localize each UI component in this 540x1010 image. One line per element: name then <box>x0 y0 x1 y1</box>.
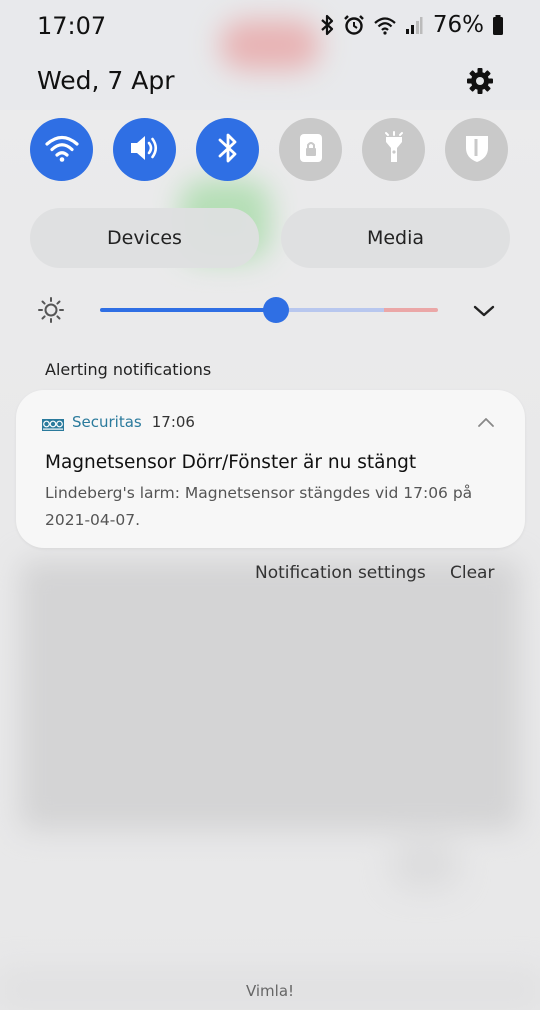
alarm-icon <box>343 14 365 36</box>
brightness-thumb[interactable] <box>263 297 289 323</box>
chevron-down-icon[interactable] <box>470 297 498 325</box>
quick-toggles <box>30 118 510 182</box>
bluetooth-icon <box>216 131 240 169</box>
background-app-label: Vimla! <box>245 982 295 1000</box>
status-icons: 76% <box>319 12 504 38</box>
wifi-call-icon <box>373 14 397 36</box>
notification-card[interactable]: Securitas 17:06 Magnetsensor Dörr/Fönste… <box>16 390 525 548</box>
secure-folder-toggle[interactable] <box>445 118 508 181</box>
sound-toggle[interactable] <box>113 118 176 181</box>
screen-lock-toggle[interactable] <box>279 118 342 181</box>
battery-percent: 76% <box>432 12 484 38</box>
notification-panel: 17:07 76% Wed, 7 Apr Devices Media Alert… <box>0 0 540 1010</box>
battery-icon <box>492 14 504 36</box>
notification-title: Magnetsensor Dörr/Fönster är nu stängt <box>45 452 417 473</box>
notification-settings-button[interactable]: Notification settings <box>255 563 426 583</box>
lock-icon <box>297 132 325 168</box>
date-label: Wed, 7 Apr <box>37 66 175 95</box>
gear-icon[interactable] <box>462 63 498 99</box>
notification-body: Lindeberg's larm: Magnetsensor stängdes … <box>45 484 473 529</box>
brightness-track-filled <box>100 308 276 312</box>
shield-icon <box>463 132 491 168</box>
brightness-slider[interactable] <box>100 296 438 324</box>
clear-button[interactable]: Clear <box>450 563 494 583</box>
chevron-up-icon[interactable] <box>476 412 496 432</box>
wifi-icon <box>44 133 79 167</box>
devices-button[interactable]: Devices <box>30 208 259 268</box>
brightness-track-rest <box>276 308 384 312</box>
brightness-track-high <box>384 308 438 312</box>
alerting-section-label: Alerting notifications <box>45 360 212 379</box>
notification-app-name: Securitas <box>72 413 142 431</box>
securitas-logo-icon <box>42 416 64 431</box>
bluetooth-icon <box>319 14 335 36</box>
brightness-sun-icon <box>37 296 65 324</box>
speaker-icon <box>128 133 162 167</box>
status-time: 17:07 <box>37 12 107 40</box>
status-bar: 17:07 76% <box>0 0 540 56</box>
flashlight-icon <box>381 130 407 169</box>
media-button[interactable]: Media <box>281 208 510 268</box>
notification-header: Securitas 17:06 <box>42 412 195 432</box>
bluetooth-toggle[interactable] <box>196 118 259 181</box>
flashlight-toggle[interactable] <box>362 118 425 181</box>
signal-icon <box>405 14 423 36</box>
notification-time: 17:06 <box>151 413 195 431</box>
wifi-toggle[interactable] <box>30 118 93 181</box>
